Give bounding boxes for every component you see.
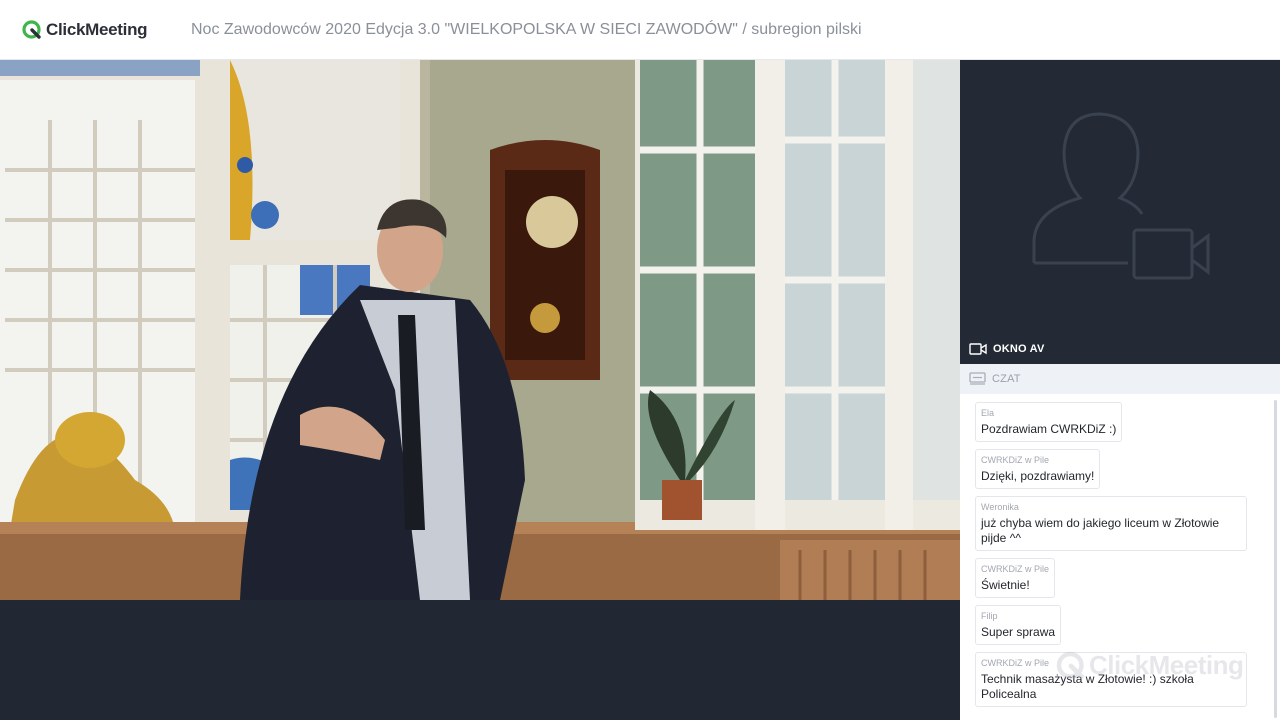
av-panel-header[interactable]: OKNO AV — [960, 334, 1280, 364]
video-camera-icon — [969, 343, 987, 355]
brand-watermark: ClickMeeting — [1056, 650, 1244, 681]
video-feed[interactable] — [0, 60, 960, 600]
chat-message-author: Weronika — [981, 502, 1019, 512]
brand-logo[interactable]: ClickMeeting — [22, 18, 148, 42]
top-bar: ClickMeeting Noc Zawodowców 2020 Edycja … — [0, 0, 1280, 60]
chat-message-author: Ela — [981, 408, 995, 418]
event-title: Noc Zawodowców 2020 Edycja 3.0 "WIELKOPO… — [191, 21, 862, 38]
av-panel-label: OKNO AV — [993, 343, 1045, 355]
chat-message: Ela Pozdrawiam CWRKDiZ :) — [975, 402, 1123, 442]
clickmeeting-logo-icon — [1056, 651, 1084, 679]
chat-icon — [969, 372, 986, 385]
chat-message-text: Super sprawa — [981, 625, 1056, 639]
chat-message-text: Pozdrawiam CWRKDiZ :) — [981, 422, 1117, 436]
user-camera-placeholder-icon — [1032, 112, 1210, 280]
chat-message-author: CWRKDiZ w Pile — [981, 455, 1050, 465]
watermark-text: ClickMeeting — [1089, 650, 1244, 680]
chat-panel-header[interactable]: CZAT — [960, 364, 1280, 394]
chat-scrollbar[interactable] — [1274, 400, 1277, 718]
chat-message: Filip Super sprawa — [975, 605, 1062, 645]
video-frame-image — [0, 60, 960, 600]
chat-message: CWRKDiZ w Pile Świetnie! — [975, 558, 1056, 598]
right-sidebar: OKNO AV CZAT Ela Pozdrawiam CWRKDiZ :) C… — [960, 60, 1280, 720]
chat-message-author: Filip — [981, 611, 998, 621]
chat-panel-label: CZAT — [992, 373, 1021, 385]
clickmeeting-logo-icon — [22, 20, 41, 39]
chat-message-text: już chyba wiem do jakiego liceum w Złoto… — [981, 516, 1220, 545]
brand-name: ClickMeeting — [46, 20, 148, 39]
av-window — [960, 60, 1280, 334]
chat-message: Weronika już chyba wiem do jakiego liceu… — [975, 496, 1247, 551]
chat-message-text: Dzięki, pozdrawiamy! — [981, 469, 1095, 483]
chat-message-text: Świetnie! — [981, 578, 1030, 592]
chat-message: CWRKDiZ w Pile Dzięki, pozdrawiamy! — [975, 449, 1101, 489]
chat-message-author: CWRKDiZ w Pile — [981, 564, 1050, 574]
